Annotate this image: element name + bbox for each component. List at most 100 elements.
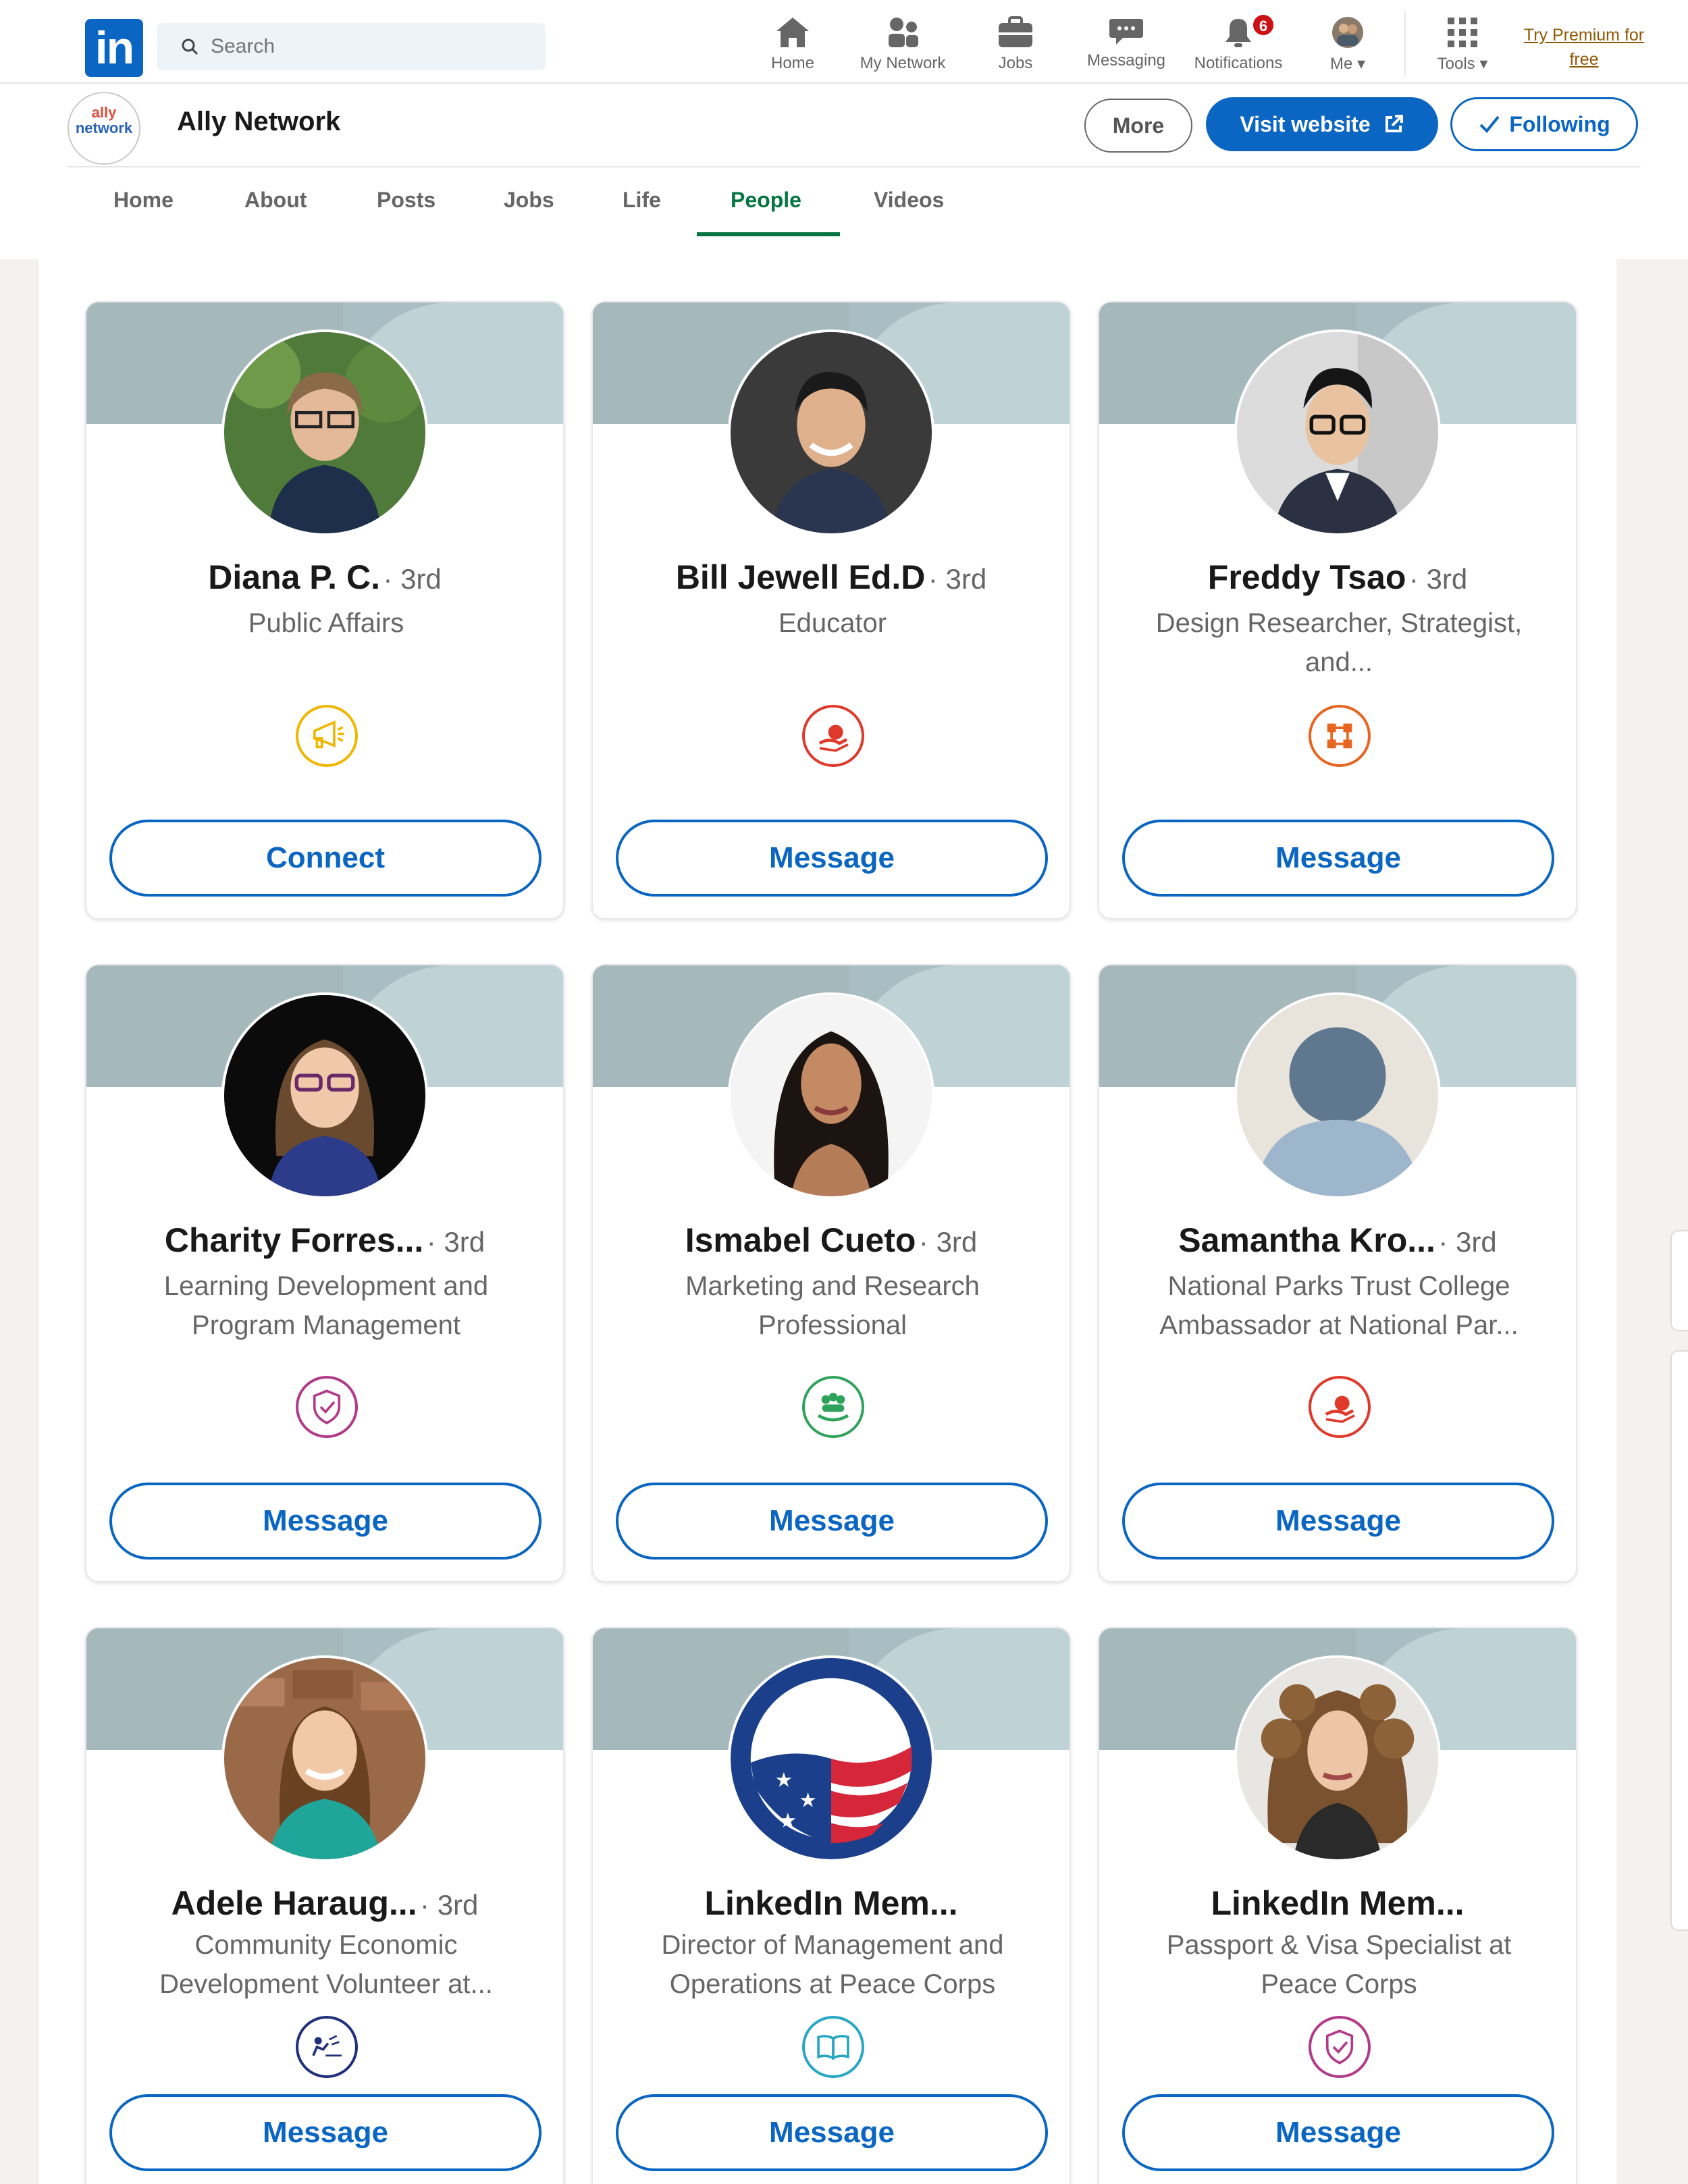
person-name[interactable]: Ismabel Cueto	[685, 1221, 916, 1259]
premium-line1: Try Premium for	[1523, 26, 1645, 45]
profile-photo-icon	[731, 332, 932, 533]
person-avatar[interactable]	[1234, 329, 1441, 536]
message-button[interactable]: Message	[616, 820, 1048, 897]
person-name[interactable]: Bill Jewell Ed.D	[676, 558, 926, 596]
person-name-row: Samantha Kro... · 3rd	[1099, 1221, 1576, 1260]
search-input[interactable]	[211, 35, 521, 58]
profile-photo-icon	[1237, 1658, 1438, 1859]
person-name[interactable]: Diana P. C.	[208, 558, 380, 596]
more-button[interactable]: More	[1084, 99, 1192, 153]
person-card[interactable]: LinkedIn Mem... Passport & Visa Speciali…	[1098, 1627, 1577, 2184]
shield-check-icon	[296, 1376, 358, 1438]
nav-jobs-label: Jobs	[998, 54, 1033, 72]
company-name[interactable]: Ally Network	[177, 107, 340, 137]
person-card[interactable]: ★ ★ ★ LinkedIn Mem... Director of Manage…	[591, 1627, 1071, 2184]
nav-home-label: Home	[770, 54, 815, 72]
nav-my-network[interactable]: My Network	[852, 16, 953, 81]
person-card[interactable]: Diana P. C. · 3rd Public Affairs Connect	[85, 301, 564, 920]
message-button[interactable]: Message	[1122, 1483, 1554, 1560]
network-squares-icon	[1309, 705, 1371, 767]
visit-website-button[interactable]: Visit website	[1206, 97, 1438, 151]
following-label: Following	[1509, 111, 1610, 136]
side-panel-handle[interactable]	[1670, 1230, 1688, 1331]
volunteer-icon	[296, 2016, 358, 2078]
person-avatar[interactable]	[221, 992, 428, 1199]
person-avatar[interactable]	[1234, 992, 1441, 1199]
person-name[interactable]: LinkedIn Mem...	[704, 1884, 957, 1922]
connect-button[interactable]: Connect	[109, 820, 542, 897]
tab-about[interactable]: About	[244, 188, 307, 213]
person-avatar[interactable]	[1234, 1655, 1441, 1862]
person-name[interactable]: LinkedIn Mem...	[1211, 1884, 1464, 1922]
tab-home[interactable]: Home	[113, 188, 174, 213]
person-headline: Passport & Visa Specialist at Peace Corp…	[1166, 1930, 1512, 1999]
message-button[interactable]: Message	[1122, 820, 1554, 897]
company-logo[interactable]: ally network	[68, 92, 140, 165]
person-name-row: Ismabel Cueto · 3rd	[593, 1221, 1070, 1260]
nav-me-label: Me ▾	[1330, 55, 1365, 73]
person-card[interactable]: Samantha Kro... · 3rd National Parks Tru…	[1098, 964, 1577, 1582]
nav-messaging-label: Messaging	[1086, 51, 1166, 70]
tab-videos[interactable]: Videos	[874, 188, 944, 213]
tab-posts[interactable]: Posts	[377, 188, 436, 213]
search-icon	[182, 38, 199, 55]
grid-icon	[1448, 18, 1477, 47]
default-avatar-icon	[1237, 995, 1438, 1196]
message-button[interactable]: Message	[1122, 2094, 1554, 2171]
connection-degree: · 3rd	[1438, 1226, 1497, 1258]
person-card[interactable]: Bill Jewell Ed.D · 3rd Educator Message	[591, 301, 1071, 920]
person-name-row: LinkedIn Mem...	[1099, 1884, 1576, 1923]
message-button[interactable]: Message	[109, 1483, 542, 1560]
tab-jobs[interactable]: Jobs	[504, 188, 554, 213]
try-premium-link[interactable]: Try Premium for free	[1510, 23, 1658, 72]
nav-messaging[interactable]: Messaging	[1080, 16, 1172, 81]
person-name[interactable]: Samantha Kro...	[1178, 1221, 1435, 1259]
message-button[interactable]: Message	[616, 1483, 1048, 1560]
connection-degree: · 3rd	[426, 1226, 485, 1258]
nav-me[interactable]: Me ▾	[1317, 16, 1379, 81]
person-name[interactable]: Adele Haraug...	[172, 1884, 417, 1922]
connection-degree: · 3rd	[928, 563, 987, 595]
side-panel-edge[interactable]	[1670, 1350, 1688, 1931]
network-icon	[889, 18, 918, 47]
person-avatar[interactable]	[728, 992, 934, 1199]
global-nav: in Home My Network Jobs	[0, 0, 1688, 84]
external-link-icon	[1385, 115, 1403, 132]
person-name-row: LinkedIn Mem...	[593, 1884, 1070, 1923]
nav-tools[interactable]: Tools ▾	[1426, 16, 1499, 81]
message-button[interactable]: Message	[616, 2094, 1048, 2171]
nav-jobs[interactable]: Jobs	[987, 16, 1044, 81]
person-name[interactable]: Freddy Tsao	[1208, 558, 1406, 596]
nav-notifications[interactable]: 6 Notifications	[1184, 14, 1292, 81]
person-card[interactable]: Adele Haraug... · 3rd Community Economic…	[85, 1627, 564, 2184]
message-button[interactable]: Message	[109, 2094, 542, 2171]
book-icon	[802, 2016, 864, 2078]
person-avatar[interactable]	[221, 329, 428, 536]
nav-me-text: Me	[1329, 55, 1353, 73]
svg-text:★: ★	[799, 1789, 817, 1813]
company-logo-line1: ally	[91, 104, 117, 121]
person-name-row: Diana P. C. · 3rd	[86, 558, 563, 597]
home-icon	[776, 18, 809, 47]
person-name-row: Charity Forres... · 3rd	[86, 1221, 563, 1260]
notifications-badge: 6	[1252, 14, 1275, 36]
person-avatar[interactable]	[221, 1655, 428, 1862]
connection-degree: · 3rd	[420, 1889, 479, 1921]
person-card[interactable]: Charity Forres... · 3rd Learning Develop…	[85, 964, 564, 1582]
tab-people[interactable]: People	[731, 188, 801, 213]
following-button[interactable]: Following	[1450, 97, 1638, 151]
person-name[interactable]: Charity Forres...	[165, 1221, 423, 1259]
person-card[interactable]: Freddy Tsao · 3rd Design Researcher, Str…	[1098, 301, 1577, 920]
bell-icon	[1225, 19, 1251, 47]
linkedin-logo[interactable]: in	[85, 19, 143, 77]
nav-divider	[1404, 11, 1406, 76]
search-box[interactable]	[157, 23, 546, 70]
person-avatar[interactable]: ★ ★ ★	[728, 1655, 934, 1862]
person-card[interactable]: Ismabel Cueto · 3rd Marketing and Resear…	[591, 964, 1071, 1582]
nav-tools-text: Tools	[1437, 55, 1475, 73]
tab-life[interactable]: Life	[623, 188, 661, 213]
hand-heart-icon	[802, 705, 864, 767]
active-tab-indicator	[697, 232, 840, 236]
nav-home[interactable]: Home	[763, 16, 822, 81]
person-avatar[interactable]	[728, 329, 934, 536]
